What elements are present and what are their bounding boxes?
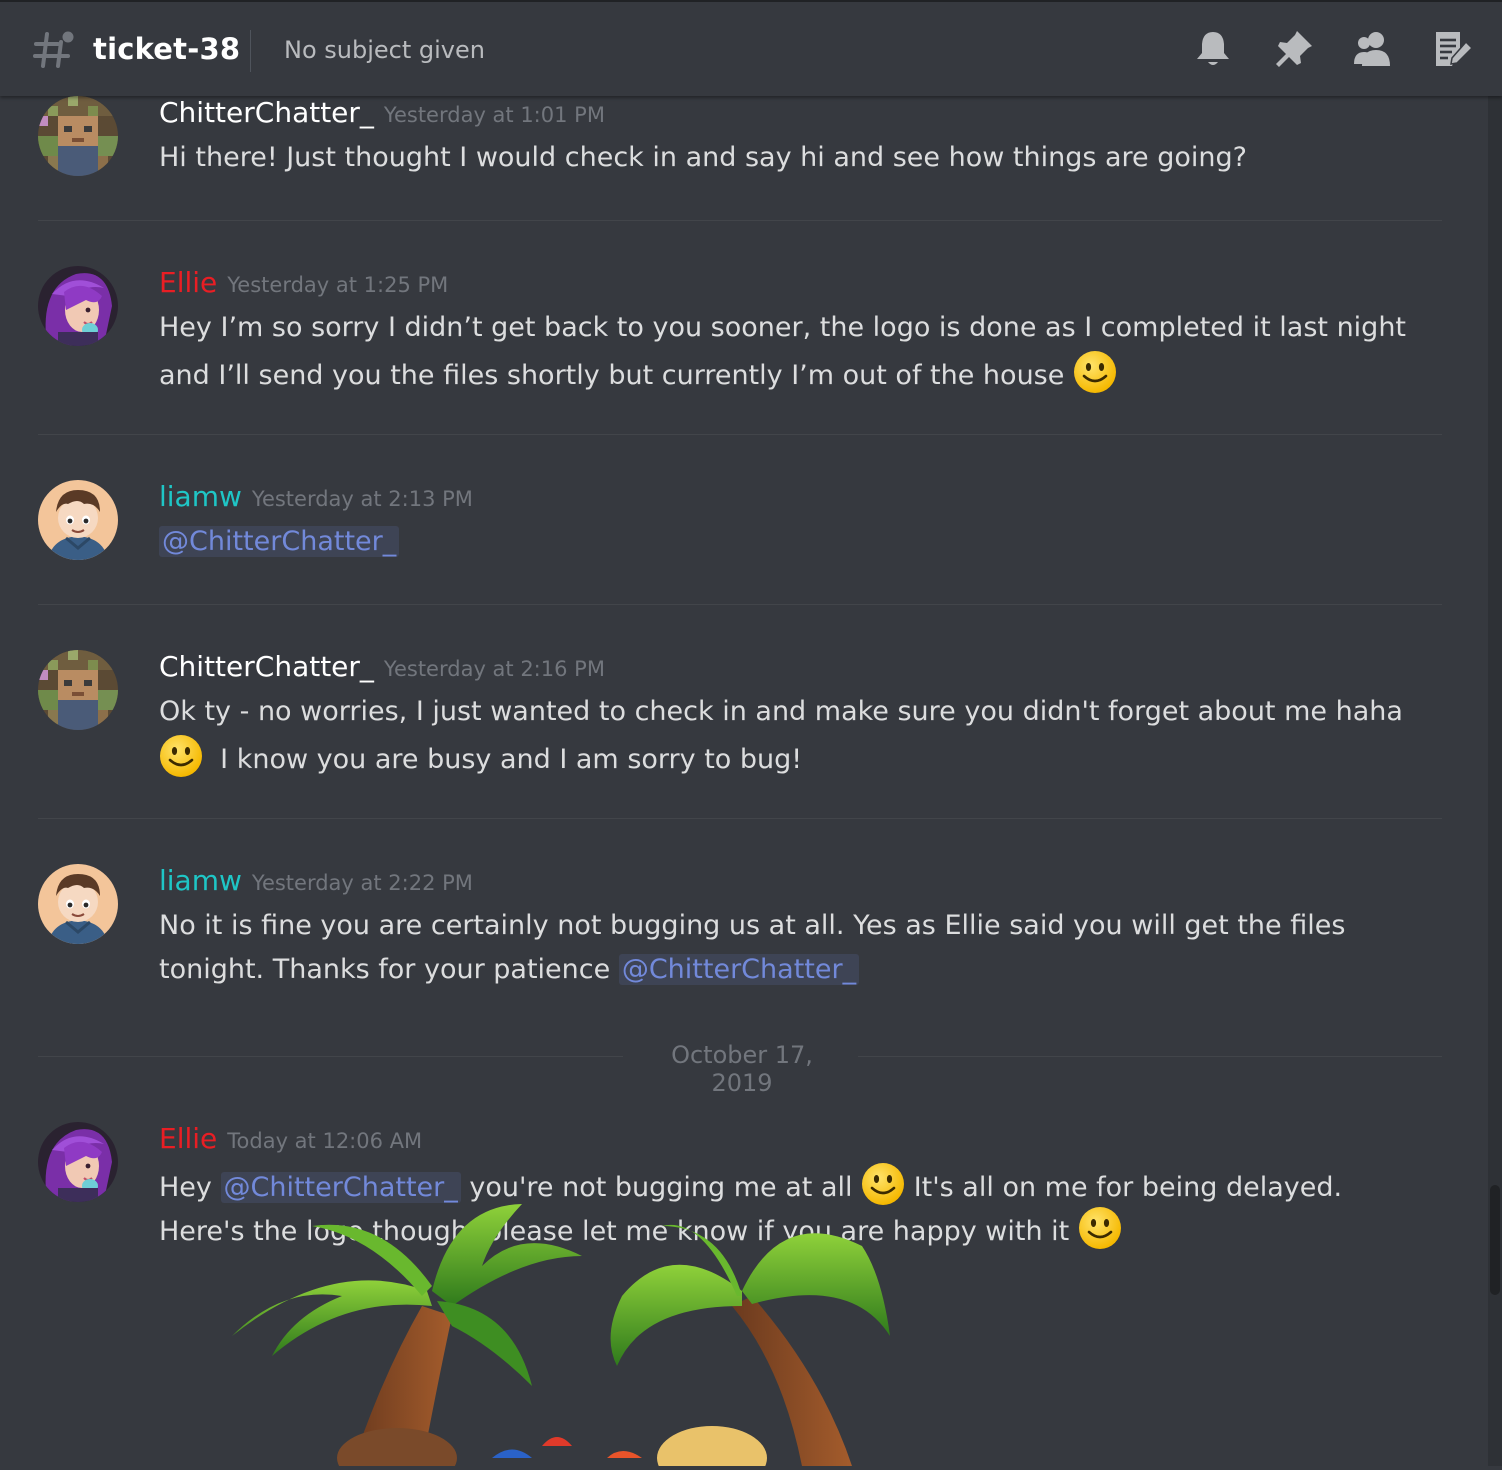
slightly-smiling-face-emoji-icon[interactable] <box>1078 1206 1122 1250</box>
date-divider-label: October 17, 2019 <box>671 1041 813 1097</box>
avatar[interactable] <box>38 650 118 730</box>
slightly-smiling-face-emoji-icon[interactable] <box>159 734 203 778</box>
avatar[interactable] <box>38 1122 118 1202</box>
avatar[interactable] <box>38 266 118 346</box>
message-timestamp: Yesterday at 1:25 PM <box>227 273 449 297</box>
message-author[interactable]: ChitterChatter_ <box>159 96 374 129</box>
avatar[interactable] <box>38 864 118 944</box>
message-text: and I’ll send you the files shortly but … <box>159 360 1065 391</box>
message-timestamp: Yesterday at 1:01 PM <box>383 103 605 127</box>
user-mention[interactable]: @ChitterChatter_ <box>159 526 400 557</box>
channel-name: ticket-38 <box>93 32 241 66</box>
palm-trees-logo-image[interactable] <box>222 1196 902 1470</box>
channel-topic[interactable]: No subject given <box>284 36 485 64</box>
message-text: No it is fine you are certainly not bugg… <box>159 910 1346 941</box>
message-author[interactable]: Ellie <box>159 266 217 299</box>
members-icon[interactable] <box>1352 28 1394 70</box>
channel-hash-icon <box>32 28 76 72</box>
message-author[interactable]: liamw <box>159 864 242 897</box>
message-text: Hi there! Just thought I would check in … <box>159 142 1247 173</box>
message-divider <box>38 434 1442 435</box>
message-text: I know you are busy and I am sorry to bu… <box>220 744 803 775</box>
edit-notes-icon[interactable] <box>1432 28 1474 70</box>
message-author[interactable]: Ellie <box>159 1122 217 1155</box>
message-divider <box>38 818 1442 819</box>
message-timestamp: Yesterday at 2:16 PM <box>383 657 605 681</box>
channel-header: ticket-38 No subject given <box>0 0 1502 96</box>
message-divider <box>38 220 1442 221</box>
header-divider <box>250 30 251 72</box>
message-text: Hey <box>159 1172 212 1203</box>
user-mention[interactable]: @ChitterChatter_ <box>618 954 860 985</box>
message-text: tonight. Thanks for your patience <box>159 954 611 985</box>
message-text: Ok ty - no worries, I just wanted to che… <box>159 696 1403 727</box>
avatar[interactable] <box>38 480 118 560</box>
message-author[interactable]: ChitterChatter_ <box>159 650 374 683</box>
message-text: It's all on me for being delayed. <box>913 1172 1343 1203</box>
message-timestamp: Yesterday at 2:13 PM <box>251 487 473 511</box>
pin-icon[interactable] <box>1273 28 1315 70</box>
message-text: Hey I’m so sorry I didn’t get back to yo… <box>159 312 1407 343</box>
message-author[interactable]: liamw <box>159 480 242 513</box>
avatar[interactable] <box>38 96 118 176</box>
scrollbar-thumb[interactable] <box>1490 1185 1500 1295</box>
message-timestamp: Yesterday at 2:22 PM <box>251 871 473 895</box>
message-divider <box>38 604 1442 605</box>
notification-bell-icon[interactable] <box>1192 28 1234 70</box>
message-timestamp: Today at 12:06 AM <box>227 1129 423 1153</box>
date-divider: October 17, 2019 <box>38 1041 1442 1097</box>
slightly-smiling-face-emoji-icon[interactable] <box>1073 350 1117 394</box>
